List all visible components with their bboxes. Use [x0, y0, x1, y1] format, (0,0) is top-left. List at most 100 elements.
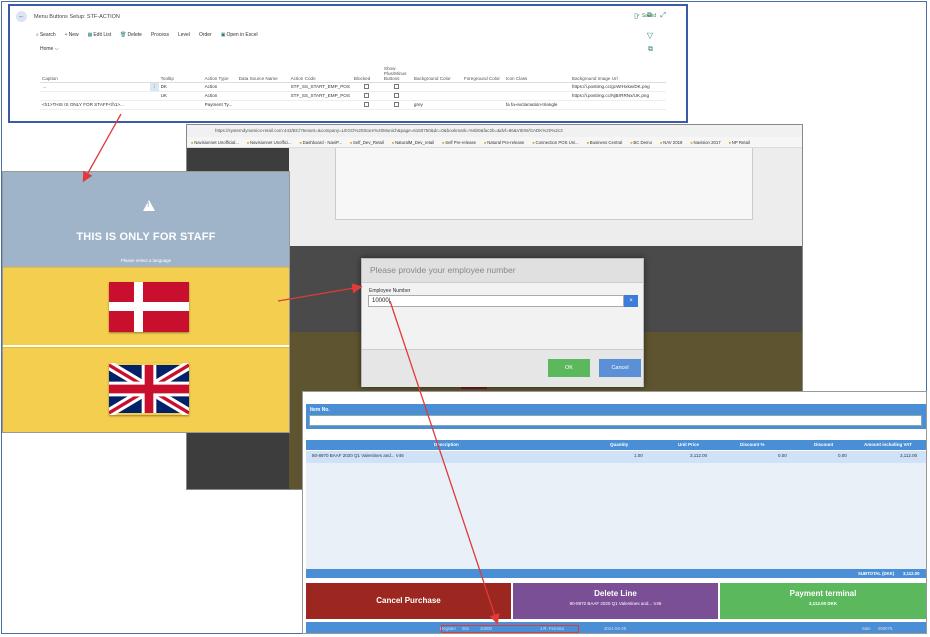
action-search[interactable]: ⌕Search: [36, 32, 56, 38]
col-background-image-url[interactable]: Background Image Url: [569, 62, 666, 83]
cell-fg-color[interactable]: [461, 91, 504, 101]
action-process[interactable]: Process: [151, 32, 169, 38]
sale-lines-header: Description Quantity Unit Price Discount…: [306, 440, 926, 450]
col-show-plus-minus[interactable]: Show Plus/Minus Buttons: [381, 62, 412, 83]
staff-language-screen: ! THIS IS ONLY FOR STAFF Please select a…: [2, 171, 290, 433]
cancel-button[interactable]: Cancel: [599, 359, 641, 377]
col-discount-pct: Discount %: [740, 442, 765, 447]
home-menu[interactable]: Home ⌵: [40, 46, 59, 52]
language-button-danish[interactable]: [3, 267, 289, 345]
action-new[interactable]: +New: [65, 32, 79, 38]
col-action-code[interactable]: Action Code: [288, 62, 352, 83]
pos-sale-screen: Item No. Description Quantity Unit Price…: [302, 391, 927, 634]
subtotal-value: 3,112.00: [903, 571, 920, 576]
action-edit-list[interactable]: ▦Edit List: [88, 32, 112, 38]
cell-icon-class[interactable]: [503, 91, 570, 101]
cell-tooltip[interactable]: UK: [158, 91, 203, 101]
col-tooltip[interactable]: Tooltip: [158, 62, 203, 83]
cell-action-code[interactable]: [288, 100, 352, 110]
uk-flag-icon: [109, 363, 189, 415]
open-new-window-icon[interactable]: ⧉: [647, 12, 652, 20]
cell-icon-class[interactable]: [503, 82, 570, 92]
blocked-checkbox[interactable]: [351, 82, 382, 92]
cell-image-url[interactable]: https://i.postimg.cc/gcWrHxkw/DK.png: [569, 82, 666, 92]
address-bar[interactable]: https://systemdynamics-retail.com:443/BC…: [187, 125, 802, 137]
cell-caption[interactable]: <h1>THIS IS ONLY FOR STAFF</h1>...: [40, 100, 150, 110]
cell-data-source[interactable]: [236, 82, 289, 92]
cancel-purchase-button[interactable]: Cancel Purchase: [306, 583, 511, 619]
cell-action-type[interactable]: Payment Ty...: [202, 100, 237, 110]
staff-subtitle: Please select a language: [120, 258, 172, 263]
cell-image-url[interactable]: https://i.postimg.cc/NjBrRRNx/UK.png: [569, 91, 666, 101]
plus-minus-checkbox[interactable]: [381, 82, 412, 92]
cell-action-code[interactable]: STF_SS_START_EMP_POS: [288, 82, 352, 92]
action-delete[interactable]: 🗑Delete: [120, 32, 142, 38]
table-row[interactable]: UK Action STF_SS_START_EMP_POS https://i…: [40, 91, 666, 101]
plus-minus-checkbox[interactable]: [381, 100, 412, 110]
col-action-type[interactable]: Action Type: [202, 62, 237, 83]
bookmark-item[interactable]: Navisionnet Unofficial...: [191, 140, 239, 147]
col-caption[interactable]: Caption: [40, 62, 150, 83]
cell-tooltip[interactable]: [158, 100, 203, 110]
row-actions-menu[interactable]: ⋮: [150, 82, 159, 92]
blocked-checkbox[interactable]: [351, 91, 382, 101]
employee-number-input[interactable]: 10000|: [368, 295, 624, 307]
col-data-source-name[interactable]: Data Source Name: [236, 62, 289, 83]
cell-bg-color[interactable]: grey: [411, 100, 462, 110]
row-actions-menu[interactable]: [150, 100, 159, 110]
col-background-color[interactable]: Background Color: [411, 62, 462, 83]
bookmark-item[interactable]: Self Pre-release: [442, 140, 476, 147]
language-button-english[interactable]: [3, 347, 289, 432]
cell-icon-class[interactable]: fa fa-exclamation-triangle: [503, 100, 570, 110]
bookmark-item[interactable]: BC Demo: [630, 140, 652, 147]
bookmark-item[interactable]: Dashboard - NaviP...: [300, 140, 342, 147]
cell-tooltip[interactable]: DK: [158, 82, 203, 92]
cell-data-source[interactable]: [236, 91, 289, 101]
action-open-in-excel[interactable]: ▣Open in Excel: [221, 32, 258, 38]
cell-bg-color[interactable]: [411, 82, 462, 92]
action-level[interactable]: Level: [178, 32, 190, 38]
cell-caption[interactable]: →: [40, 82, 150, 92]
item-no-input[interactable]: [309, 415, 922, 426]
bookmark-item[interactable]: NAV 2018: [660, 140, 682, 147]
back-arrow-icon[interactable]: ←: [16, 11, 27, 22]
cell-image-url[interactable]: [569, 100, 666, 110]
salesperson-highlight: [441, 625, 579, 633]
sale-line-row[interactable]: 80-8970 BAAF 2020 Q1 Valentines and... V…: [306, 451, 926, 463]
bookmark-item[interactable]: Self_Dev_Retail: [350, 140, 384, 147]
table-row[interactable]: <h1>THIS IS ONLY FOR STAFF</h1>... Payme…: [40, 100, 666, 110]
plus-minus-checkbox[interactable]: [381, 91, 412, 101]
bookmark-item[interactable]: Natural Pre-release: [484, 140, 524, 147]
table-row[interactable]: → ⋮ DK Action STF_SS_START_EMP_POS https…: [40, 82, 666, 92]
cell-action-type[interactable]: Action: [202, 82, 237, 92]
col-icon-class[interactable]: Icon Class: [503, 62, 570, 83]
blocked-checkbox[interactable]: [351, 100, 382, 110]
delete-line-button[interactable]: Delete Line 80-8970 BAAF 2020 Q1 Valenti…: [513, 583, 718, 619]
bookmark-icon[interactable]: ▯: [634, 12, 638, 20]
col-blocked[interactable]: Blocked: [351, 62, 382, 83]
cell-caption[interactable]: [40, 91, 150, 101]
payment-terminal-button[interactable]: Payment terminal 3,112.00 DKK: [720, 583, 926, 619]
cell-fg-color[interactable]: [461, 100, 504, 110]
bookmark-item[interactable]: NaturalM_Dev_retail: [392, 140, 434, 147]
pane-toggle-icon[interactable]: ⧉: [648, 46, 653, 54]
filter-icon[interactable]: ▽: [647, 31, 653, 40]
bookmark-item[interactable]: Navision 2017: [690, 140, 720, 147]
clear-input-icon[interactable]: ×: [624, 295, 638, 307]
bookmark-item[interactable]: Business Central: [587, 140, 622, 147]
expand-icon[interactable]: ⤢: [660, 12, 666, 20]
cell-bg-color[interactable]: [411, 91, 462, 101]
action-order[interactable]: Order: [199, 32, 212, 38]
cell-action-type[interactable]: Action: [202, 91, 237, 101]
col-foreground-color[interactable]: Foreground Color: [461, 62, 504, 83]
bookmark-item[interactable]: Connection POS Uni...: [532, 140, 578, 147]
col-amount-incl-vat: Amount including VAT: [864, 442, 912, 447]
bookmark-item[interactable]: Navisionnet Unoffici...: [247, 140, 291, 147]
cell-fg-color[interactable]: [461, 82, 504, 92]
cell-action-code[interactable]: STF_SS_START_EMP_POS: [288, 91, 352, 101]
cell-data-source[interactable]: [236, 100, 289, 110]
row-actions-menu[interactable]: [150, 91, 159, 101]
ok-button[interactable]: OK: [548, 359, 590, 377]
bookmark-item[interactable]: NP Retail: [729, 140, 750, 147]
plus-icon: +: [64, 32, 68, 38]
